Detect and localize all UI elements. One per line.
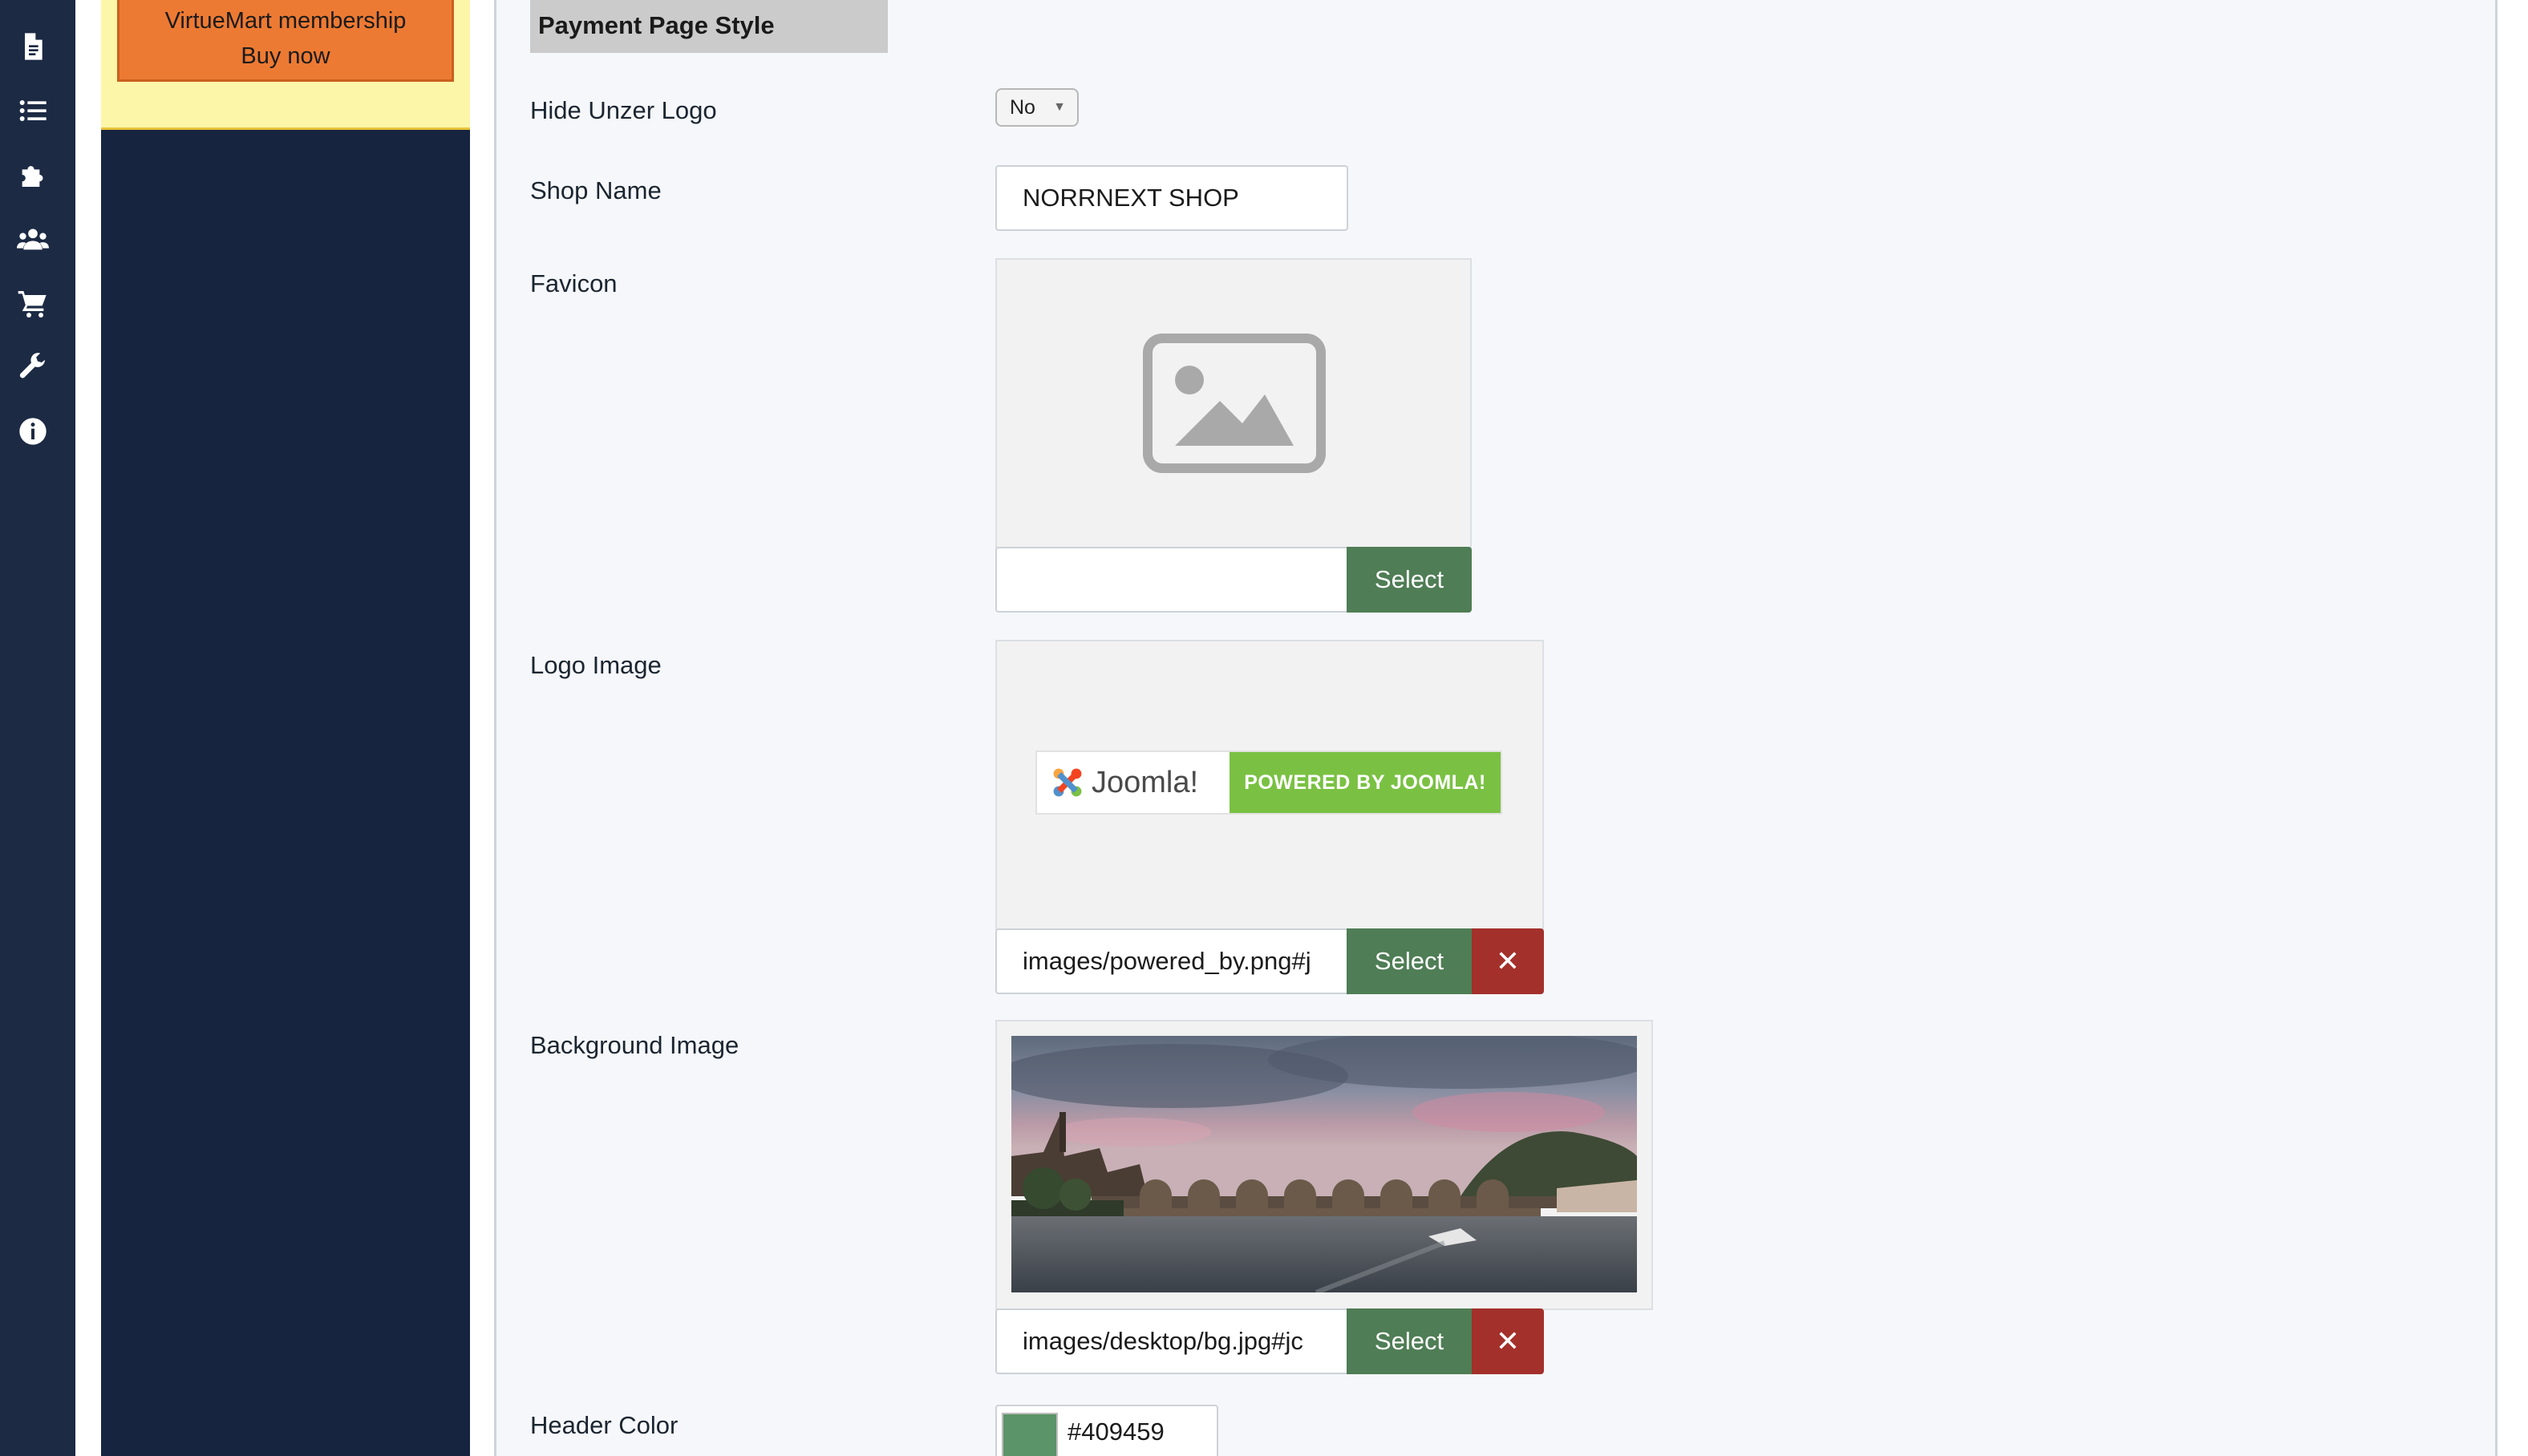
shop-name-input[interactable]: NORRNEXT SHOP bbox=[995, 165, 1348, 231]
logo-clear-button[interactable]: ✕ bbox=[1472, 928, 1544, 994]
image-placeholder-icon bbox=[1143, 334, 1326, 473]
favicon-label: Favicon bbox=[530, 269, 618, 297]
users-icon[interactable] bbox=[14, 220, 52, 258]
icon-rail bbox=[0, 0, 75, 1456]
header-color-label: Header Color bbox=[530, 1411, 679, 1439]
promo-box: VirtueMart membership Buy now bbox=[101, 0, 470, 130]
close-icon: ✕ bbox=[1495, 1325, 1521, 1357]
header-color-value: #409459 bbox=[1068, 1418, 1165, 1446]
membership-buy-button[interactable]: VirtueMart membership Buy now bbox=[117, 0, 454, 82]
favicon-path-input[interactable] bbox=[995, 547, 1348, 613]
hide-logo-label: Hide Unzer Logo bbox=[530, 96, 717, 124]
sidebar-gap bbox=[470, 0, 494, 1456]
sidebar: VirtueMart membership Buy now bbox=[101, 0, 470, 1456]
background-path-input[interactable]: images/desktop/bg.jpg#jc bbox=[995, 1308, 1348, 1374]
logo-preview: Joomla! POWERED BY JOOMLA! bbox=[995, 640, 1544, 930]
cart-icon[interactable] bbox=[14, 284, 52, 322]
shop-name-label: Shop Name bbox=[530, 176, 662, 204]
close-icon: ✕ bbox=[1495, 944, 1521, 977]
logo-path-input[interactable]: images/powered_by.png#j bbox=[995, 928, 1348, 994]
color-swatch[interactable] bbox=[1002, 1413, 1058, 1456]
main-content: Payment Page Style Hide Unzer Logo No ▼ … bbox=[494, 0, 2498, 1456]
promo-line-1: VirtueMart membership bbox=[164, 8, 407, 34]
chevron-down-icon: ▼ bbox=[1053, 100, 1066, 114]
file-icon[interactable] bbox=[14, 27, 52, 66]
favicon-select-button[interactable]: Select bbox=[1347, 547, 1472, 613]
joomla-logo: Joomla! POWERED BY JOOMLA! bbox=[1035, 750, 1502, 815]
promo-line-2: Buy now bbox=[241, 43, 330, 69]
list-icon[interactable] bbox=[14, 91, 52, 130]
background-photo bbox=[1011, 1036, 1637, 1292]
joomla-icon bbox=[1053, 768, 1082, 797]
hide-logo-value: No bbox=[1010, 96, 1035, 119]
wrench-icon[interactable] bbox=[14, 348, 52, 386]
logo-select-button[interactable]: Select bbox=[1347, 928, 1472, 994]
powered-by-badge: POWERED BY JOOMLA! bbox=[1230, 752, 1501, 813]
puzzle-icon[interactable] bbox=[14, 156, 52, 194]
right-gutter bbox=[2498, 0, 2528, 1456]
background-clear-button[interactable]: ✕ bbox=[1472, 1308, 1544, 1374]
header-color-field[interactable]: #409459 bbox=[995, 1405, 1218, 1456]
background-image-label: Background Image bbox=[530, 1031, 739, 1059]
section-title: Payment Page Style bbox=[530, 0, 888, 53]
background-preview bbox=[995, 1020, 1653, 1310]
rail-gap bbox=[75, 0, 101, 1456]
hide-logo-select[interactable]: No ▼ bbox=[995, 88, 1079, 127]
favicon-preview bbox=[995, 258, 1472, 548]
logo-image-label: Logo Image bbox=[530, 651, 662, 679]
info-icon[interactable] bbox=[14, 412, 52, 451]
background-select-button[interactable]: Select bbox=[1347, 1308, 1472, 1374]
joomla-wordmark: Joomla! bbox=[1092, 765, 1199, 799]
